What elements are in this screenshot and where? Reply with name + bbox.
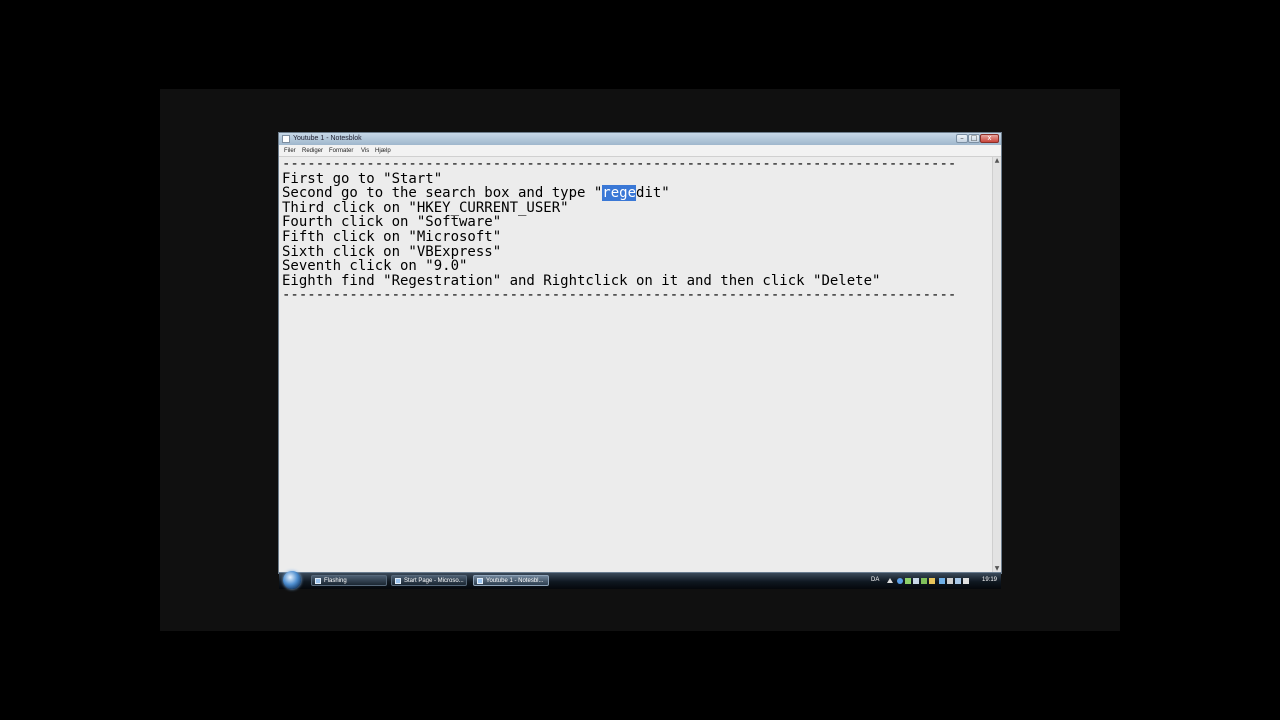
menu-help[interactable]: Hjælp [375,147,391,155]
app-icon [315,578,321,584]
text-after-selection: dit" [636,185,670,202]
close-button[interactable]: x [980,134,999,143]
menu-format[interactable]: Formater [329,147,353,155]
start-button[interactable] [283,571,301,589]
maximize-button[interactable]: □ [968,134,980,143]
taskbar-item-label: Youtube 1 - Notesbl... [486,578,544,584]
update-icon[interactable] [921,578,927,584]
vertical-scrollbar[interactable]: ▲ ▼ [992,157,1001,573]
clock[interactable]: 19:19 [982,577,997,584]
taskbar: Flashing Start Page - Microso... Youtube… [279,571,1001,589]
title-bar[interactable]: Youtube 1 - Notesblok – □ x [279,133,1001,145]
notepad-icon [477,578,483,584]
language-indicator[interactable]: DA [871,577,879,584]
menu-file[interactable]: Filer [284,147,296,155]
minimize-button[interactable]: – [956,134,968,143]
taskbar-item-notepad[interactable]: Youtube 1 - Notesbl... [473,575,549,586]
text-line: Seventh click on "9.0" [282,258,468,275]
text-editor[interactable]: ----------------------------------------… [279,157,992,573]
divider-line: ----------------------------------------… [282,287,957,304]
alert-icon[interactable] [929,578,935,584]
taskbar-item-start-page[interactable]: Start Page - Microso... [391,575,467,586]
system-tray: DA 19:19 [867,574,999,587]
network-icon[interactable] [897,578,903,584]
taskbar-item-flashing[interactable]: Flashing [311,575,387,586]
notepad-icon [282,135,290,143]
notepad-window: Youtube 1 - Notesblok – □ x Filer Redige… [279,133,1001,573]
connection-icon[interactable] [955,578,961,584]
show-hidden-icons-icon[interactable] [887,578,893,583]
text-line: Sixth click on "VBExpress" [282,243,502,260]
divider-line: ----------------------------------------… [282,156,957,172]
text-line: Eighth find "Regestration" and Rightclic… [282,272,881,289]
text-line-with-selection: Second go to the search box and type "re… [282,185,670,202]
selected-text: rege [602,185,637,202]
text-line: Third click on "HKEY_CURRENT_USER" [282,199,569,216]
taskbar-item-label: Flashing [324,578,347,584]
volume-icon[interactable] [947,578,953,584]
scroll-up-arrow-icon[interactable]: ▲ [993,157,1001,165]
taskbar-item-label: Start Page - Microso... [404,578,464,584]
app-icon [395,578,401,584]
shield-icon[interactable] [939,578,945,584]
menu-edit[interactable]: Rediger [302,147,323,155]
security-icon[interactable] [905,578,911,584]
app-tray-icon[interactable] [913,578,919,584]
menu-view[interactable]: Vis [361,147,369,155]
text-line: First go to "Start" [282,170,443,187]
text-before-selection: Second go to the search box and type " [282,185,603,202]
window-title: Youtube 1 - Notesblok [293,135,362,142]
text-line: Fourth click on "Software" [282,214,502,231]
text-line: Fifth click on "Microsoft" [282,228,502,245]
speaker-icon[interactable] [963,578,969,584]
